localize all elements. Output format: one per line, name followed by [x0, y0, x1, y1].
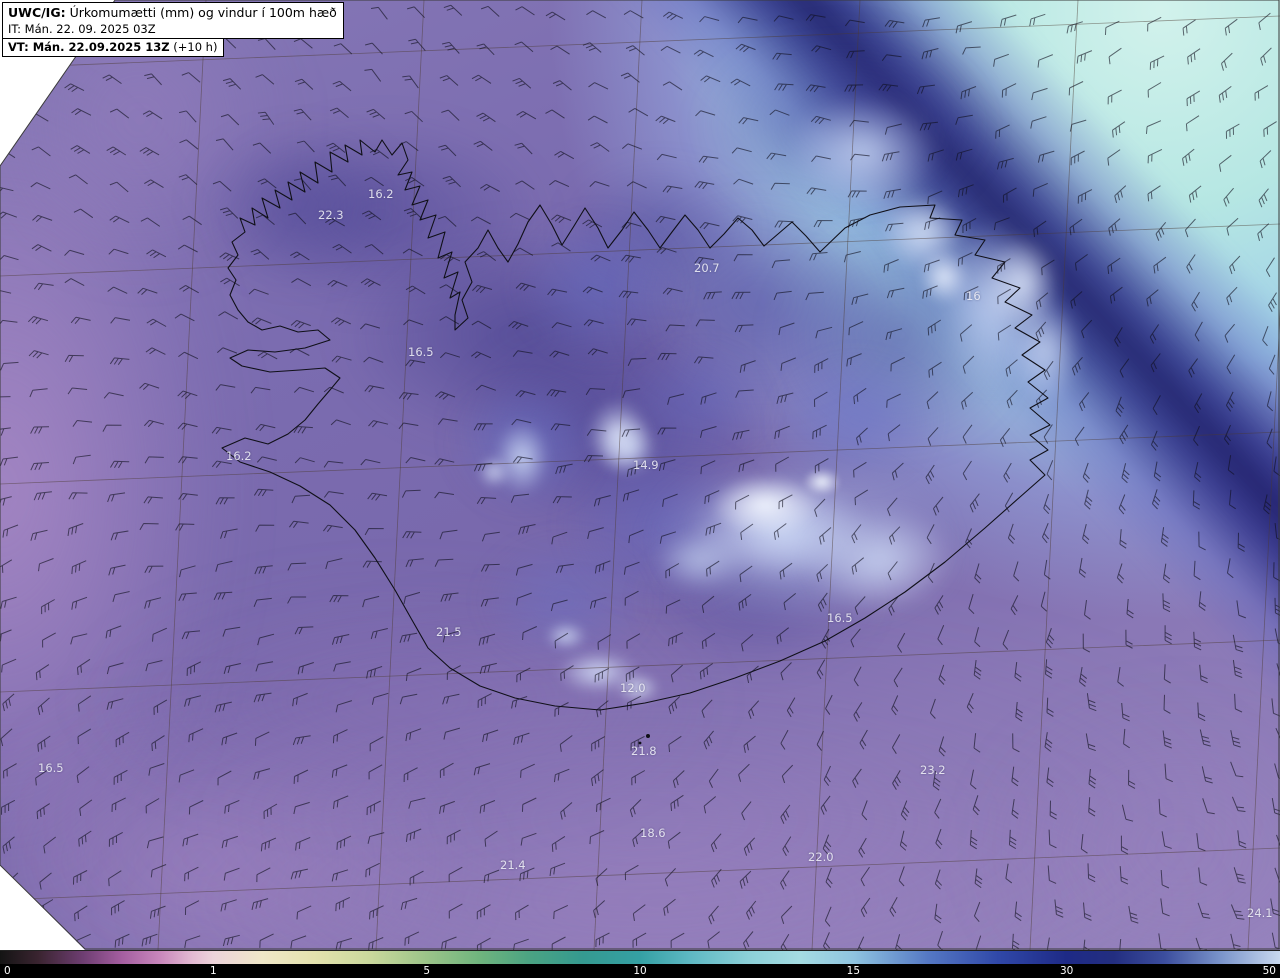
value-label: 22.0 [808, 850, 834, 864]
colorbar: 0 1 5 10 15 30 50 [0, 950, 1280, 978]
colorbar-tick: 10 [633, 965, 647, 977]
value-label: 21.8 [631, 744, 657, 758]
model-id: UWC/IG: [8, 5, 66, 20]
colorbar-tick: 0 [4, 965, 11, 977]
value-label: 21.5 [436, 625, 462, 639]
value-label: 21.4 [500, 858, 526, 872]
title-box: UWC/IG: Úrkomumætti (mm) og vindur í 100… [2, 2, 344, 57]
value-label: 16 [966, 289, 981, 303]
valid-time: VT: Mán. 22.09.2025 13Z (+10 h) [8, 40, 217, 54]
value-label: 14.9 [633, 458, 659, 472]
colorbar-tick: 15 [846, 965, 861, 977]
map-title: UWC/IG: Úrkomumætti (mm) og vindur í 100… [8, 5, 337, 20]
init-time: IT: Mán. 22. 09. 2025 03Z [8, 22, 156, 36]
value-label: 22.3 [318, 208, 344, 222]
valid-time-main: VT: Mán. 22.09.2025 13Z [8, 40, 170, 54]
colorbar-gradient [0, 950, 1280, 964]
value-label: 16.2 [368, 187, 394, 201]
colorbar-tick: 5 [423, 965, 430, 977]
title-box-main: UWC/IG: Úrkomumætti (mm) og vindur í 100… [2, 2, 344, 39]
valid-time-offset: (+10 h) [173, 40, 218, 54]
graticule-coastline-windbarbs-layer [0, 0, 1280, 950]
map-field: 16.2 22.3 20.7 16.5 16.2 14.9 16 21.5 16… [0, 0, 1280, 950]
colorbar-tick: 50 [1262, 965, 1276, 977]
value-label: 18.6 [640, 826, 666, 840]
colorbar-tick: 30 [1059, 965, 1074, 977]
value-label: 20.7 [694, 261, 720, 275]
value-label: 12.0 [620, 681, 646, 695]
value-label: 24.1 [1247, 906, 1273, 920]
value-label: 23.2 [920, 763, 946, 777]
value-label: 16.5 [408, 345, 434, 359]
value-label: 16.5 [827, 611, 853, 625]
weather-map: 16.2 22.3 20.7 16.5 16.2 14.9 16 21.5 16… [0, 0, 1280, 978]
map-title-text: Úrkomumætti (mm) og vindur í 100m hæð [69, 5, 337, 20]
title-box-valid: VT: Mán. 22.09.2025 13Z (+10 h) [2, 38, 225, 57]
value-label: 16.5 [38, 761, 64, 775]
value-label: 16.2 [226, 449, 252, 463]
colorbar-tick: 1 [209, 965, 217, 977]
colorbar-tick-strip: 0 1 5 10 15 30 50 [0, 964, 1280, 978]
